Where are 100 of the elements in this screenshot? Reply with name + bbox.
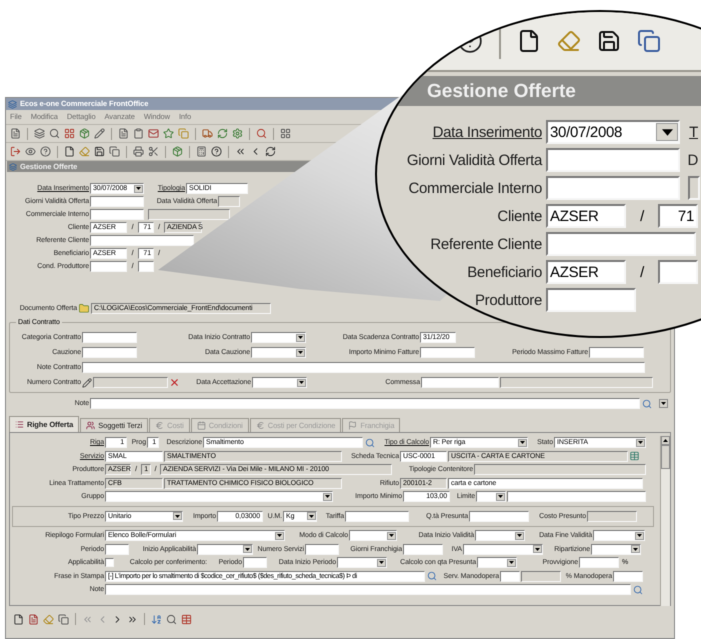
checkbox[interactable] <box>105 558 114 567</box>
input-field[interactable] <box>546 232 696 256</box>
search-icon[interactable] <box>426 571 438 581</box>
dropdown-field[interactable] <box>593 530 645 541</box>
eraser-icon[interactable] <box>43 614 54 624</box>
clipboard-icon[interactable] <box>133 128 144 139</box>
dropdown-arrow-icon[interactable] <box>134 184 143 192</box>
dropdown-arrow-icon[interactable] <box>297 378 306 386</box>
sheet-icon[interactable] <box>629 451 640 461</box>
input-field[interactable]: AZSER <box>546 260 626 284</box>
copy-icon[interactable] <box>178 128 189 139</box>
dropdown-arrow-icon[interactable] <box>377 558 386 566</box>
input-field[interactable] <box>138 261 154 272</box>
input-field[interactable] <box>546 176 680 200</box>
save-icon[interactable] <box>94 146 105 157</box>
input-field[interactable] <box>82 362 645 373</box>
new-document-icon[interactable] <box>64 146 75 157</box>
dropdown-arrow-icon[interactable] <box>307 512 316 520</box>
first-icon[interactable] <box>235 146 246 157</box>
input-field[interactable] <box>305 544 339 554</box>
copy-icon[interactable] <box>637 29 661 53</box>
calculator-icon[interactable] <box>196 146 207 157</box>
gear-icon[interactable] <box>232 128 243 139</box>
scrollbar[interactable] <box>660 436 670 606</box>
input-field[interactable] <box>469 510 529 522</box>
dropdown-field[interactable] <box>477 557 517 568</box>
copy-icon[interactable] <box>109 146 120 157</box>
grid-icon[interactable] <box>280 128 291 139</box>
dropdown-arrow-icon[interactable] <box>635 532 644 540</box>
dropdown-arrow-icon[interactable] <box>533 545 542 553</box>
input-field[interactable] <box>579 557 619 568</box>
dropdown-arrow-icon[interactable] <box>296 348 305 356</box>
dropdown-arrow-icon[interactable] <box>387 532 396 540</box>
table-icon[interactable] <box>181 614 192 624</box>
input-field[interactable] <box>613 570 643 582</box>
bag-icon[interactable] <box>79 128 90 139</box>
dropdown-field[interactable] <box>475 530 525 541</box>
dropdown-arrow-icon[interactable] <box>631 545 640 553</box>
truck-icon[interactable] <box>202 128 213 139</box>
input-field[interactable] <box>658 260 698 284</box>
last-icon[interactable] <box>127 614 138 624</box>
input-field[interactable] <box>507 491 646 502</box>
input-field[interactable] <box>421 377 499 388</box>
star-icon[interactable] <box>163 128 174 139</box>
dropdown-arrow-icon[interactable] <box>496 492 505 500</box>
dropdown-field[interactable] <box>337 557 387 568</box>
dropdown-field[interactable] <box>197 544 253 554</box>
search-icon[interactable] <box>641 398 653 408</box>
close-icon[interactable] <box>169 377 180 388</box>
input-field[interactable]: AZSER <box>546 204 626 228</box>
dropdown-field[interactable] <box>105 491 333 502</box>
dropdown-arrow-icon[interactable] <box>507 558 516 566</box>
input-field[interactable] <box>345 510 409 522</box>
exit-icon[interactable] <box>10 146 21 157</box>
document-icon[interactable] <box>118 128 129 139</box>
save-icon[interactable] <box>597 29 621 53</box>
input-field[interactable] <box>105 584 631 595</box>
eraser-icon[interactable] <box>79 146 90 157</box>
grid-icon[interactable] <box>64 128 75 139</box>
mail-icon[interactable] <box>148 128 159 139</box>
input-field[interactable]: 71 <box>658 204 698 228</box>
dropdown-field[interactable] <box>476 491 506 502</box>
layers-icon[interactable] <box>34 128 45 139</box>
input-field[interactable] <box>105 544 129 554</box>
dropdown-field[interactable] <box>251 347 306 358</box>
dropdown-field[interactable]: 30/07/2008 <box>546 120 680 144</box>
dropdown-arrow-icon[interactable] <box>515 532 524 540</box>
input-field[interactable] <box>420 347 475 358</box>
new-document-icon[interactable] <box>13 614 24 624</box>
input-field[interactable] <box>90 235 194 246</box>
field-link[interactable]: T <box>686 124 698 140</box>
dropdown-field[interactable] <box>463 544 543 554</box>
document-icon[interactable] <box>28 614 39 624</box>
input-field[interactable] <box>243 557 267 568</box>
bag-icon[interactable] <box>172 146 183 157</box>
dropdown-arrow-icon[interactable] <box>518 438 527 446</box>
field-link[interactable]: Data Inserimento <box>377 124 542 140</box>
pencil-icon[interactable] <box>82 378 92 388</box>
document-icon[interactable] <box>10 128 21 139</box>
refresh-icon[interactable] <box>265 146 276 157</box>
input-field[interactable] <box>90 209 144 220</box>
input-field[interactable] <box>500 570 520 582</box>
scroll-thumb[interactable] <box>661 445 670 469</box>
search-icon[interactable] <box>256 128 267 139</box>
input-field[interactable] <box>546 148 680 172</box>
input-field[interactable] <box>90 398 640 409</box>
search-icon[interactable] <box>632 584 644 594</box>
search-icon[interactable] <box>364 438 376 448</box>
search-icon[interactable] <box>49 128 60 139</box>
dropdown-arrow-icon[interactable] <box>243 545 252 553</box>
dropdown-field[interactable] <box>349 530 397 541</box>
scissors-icon[interactable] <box>148 146 159 157</box>
eraser-icon[interactable] <box>557 29 581 53</box>
search-icon[interactable] <box>166 614 177 624</box>
input-field[interactable] <box>589 347 644 358</box>
sort-icon[interactable] <box>151 614 162 624</box>
copy-icon[interactable] <box>58 614 69 624</box>
dropdown-field[interactable] <box>252 377 307 388</box>
dropdown-field[interactable] <box>591 544 641 554</box>
input-field[interactable] <box>546 288 636 312</box>
